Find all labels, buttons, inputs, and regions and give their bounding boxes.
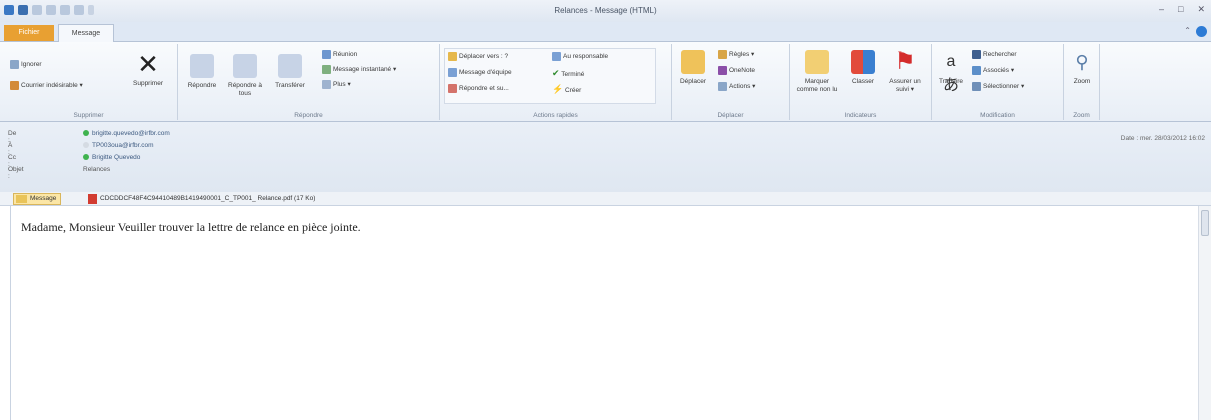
maximize-icon[interactable]: □ [1178, 4, 1183, 15]
qs-team-email-button[interactable]: Message d'équipe [448, 68, 512, 77]
pdf-icon [88, 194, 97, 204]
ignore-button[interactable]: Ignorer [10, 60, 42, 69]
translate-button[interactable]: aあ Traduire [934, 50, 968, 94]
presence-unknown-icon [83, 142, 89, 149]
message-header: De : brigitte.quevedo@irfbr.com À : TP00… [0, 122, 1211, 192]
qs-to-manager-button[interactable]: Au responsable [552, 52, 608, 61]
from-value[interactable]: brigitte.quevedo@irfbr.com [83, 130, 170, 137]
group-deplacer: Déplacer Règles ▾ OneNote Actions ▾ Dépl… [672, 44, 790, 120]
date-value: Date : mer. 28/03/2012 16:02 [1120, 135, 1205, 142]
pdf-attachment[interactable]: CDCDDCF48F4C94410489B1419490001_C_TP001_… [88, 193, 315, 205]
presence-online-icon [83, 130, 89, 137]
reply-icon [190, 54, 214, 78]
magnifier-icon: ⚲ [1075, 52, 1089, 72]
qs-reply-delete-button[interactable]: Répondre et su... [448, 84, 509, 93]
flag-icon: ⚑ [894, 48, 916, 75]
move-button[interactable]: Déplacer [674, 50, 712, 86]
window-controls: – □ ✕ [1159, 4, 1205, 15]
message-attachment-tab[interactable]: Message [13, 193, 62, 205]
tab-message[interactable]: Message [58, 24, 114, 43]
follow-up-button[interactable]: ⚑ Assurer un suivi ▾ [884, 50, 926, 94]
junk-icon [10, 81, 19, 90]
group-label-repondre: Répondre [294, 112, 323, 119]
categorize-button[interactable]: Classer [844, 50, 882, 86]
scroll-thumb[interactable] [1201, 210, 1209, 236]
minimize-ribbon-icon[interactable]: ⌃ [1184, 26, 1191, 35]
ribbon: Ignorer Courrier indésirable ▾ ✕ Supprim… [0, 42, 1211, 122]
actions-icon [718, 82, 727, 91]
delete-x-icon: ✕ [137, 49, 159, 79]
delete-button[interactable]: ✕ Supprimer [122, 49, 174, 88]
group-label-modification: Modification [980, 112, 1015, 119]
to-manager-icon [552, 52, 561, 61]
zoom-button[interactable]: ⚲ Zoom [1066, 50, 1098, 86]
group-label-deplacer: Déplacer [717, 112, 744, 119]
presence-online-icon [83, 154, 89, 161]
junk-mail-button[interactable]: Courrier indésirable ▾ [10, 81, 83, 90]
mark-unread-button[interactable]: Marquer comme non lu [794, 50, 840, 94]
group-zoom: ⚲ Zoom Zoom [1064, 44, 1100, 120]
group-label-actions-rapides: Actions rapides [533, 112, 578, 119]
body-text: Madame, Monsieur Veuiller trouver la let… [21, 220, 361, 234]
more-button[interactable]: Plus ▾ [322, 80, 351, 89]
subject-label: Objet : [8, 166, 24, 180]
translate-icon: aあ [942, 53, 959, 94]
group-label-supprimer: Supprimer [73, 112, 104, 119]
reply-all-icon [233, 54, 257, 78]
unread-envelope-icon [805, 50, 829, 74]
reply-delete-icon [448, 84, 457, 93]
help-icon[interactable] [1196, 26, 1207, 37]
lightning-icon: ⚡ [552, 84, 564, 94]
message-body[interactable]: Madame, Monsieur Veuiller trouver la let… [10, 206, 1211, 420]
select-icon [972, 82, 981, 91]
group-label-indicateurs: Indicateurs [844, 112, 877, 119]
checkmark-icon: ✔ [552, 68, 560, 78]
instant-message-button[interactable]: Message instantané ▾ [322, 65, 396, 74]
qs-create-new-button[interactable]: ⚡ Créer [552, 84, 581, 95]
attachments-bar: Message CDCDDCF48F4C94410489B1419490001_… [0, 192, 1211, 206]
categorize-icon [851, 50, 875, 74]
reply-all-button[interactable]: Répondre à tous [224, 54, 266, 98]
close-icon[interactable]: ✕ [1197, 4, 1205, 15]
qs-done-button[interactable]: ✔ Terminé [552, 68, 584, 79]
im-icon [322, 65, 331, 74]
vertical-scrollbar[interactable] [1198, 206, 1211, 420]
rules-button[interactable]: Règles ▾ [718, 50, 754, 59]
find-button[interactable]: Rechercher [972, 50, 1017, 59]
envelope-icon [16, 195, 27, 203]
binoculars-icon [972, 50, 981, 59]
forward-button[interactable]: Transférer [268, 54, 312, 90]
move-folder-icon [681, 50, 705, 74]
onenote-button[interactable]: OneNote [718, 66, 755, 75]
meeting-icon [322, 50, 331, 59]
ribbon-tabs: Fichier Message ⌃ [0, 22, 1211, 43]
window-title: Relances - Message (HTML) [554, 6, 657, 15]
meeting-button[interactable]: Réunion [322, 50, 357, 59]
reply-button[interactable]: Répondre [182, 54, 222, 90]
ignore-icon [10, 60, 19, 69]
group-modification: aあ Traduire Rechercher Associés ▾ Sélect… [932, 44, 1064, 120]
minimize-icon[interactable]: – [1159, 4, 1164, 15]
related-icon [972, 66, 981, 75]
onenote-icon [718, 66, 727, 75]
group-label-zoom: Zoom [1073, 112, 1090, 119]
move-to-icon [448, 52, 457, 61]
actions-button[interactable]: Actions ▾ [718, 82, 755, 91]
title-bar: Relances - Message (HTML) – □ ✕ [0, 0, 1211, 22]
subject-value: Relances [83, 166, 111, 173]
related-button[interactable]: Associés ▾ [972, 66, 1014, 75]
forward-icon [278, 54, 302, 78]
select-button[interactable]: Sélectionner ▾ [972, 82, 1024, 91]
more-icon [322, 80, 331, 89]
qs-move-to-button[interactable]: Déplacer vers : ? [448, 52, 508, 61]
cc-value[interactable]: Brigitte Quevedo [83, 154, 140, 161]
team-email-icon [448, 68, 457, 77]
tab-file[interactable]: Fichier [4, 25, 54, 41]
to-value[interactable]: TP003oua@irfbr.com [83, 142, 154, 149]
group-indicateurs: Marquer comme non lu Classer ⚑ Assurer u… [790, 44, 932, 120]
group-actions-rapides: Déplacer vers : ? Message d'équipe Répon… [440, 44, 672, 120]
group-supprimer: Ignorer Courrier indésirable ▾ ✕ Supprim… [0, 44, 178, 120]
group-repondre: Répondre Répondre à tous Transférer Réun… [178, 44, 440, 120]
rules-icon [718, 50, 727, 59]
